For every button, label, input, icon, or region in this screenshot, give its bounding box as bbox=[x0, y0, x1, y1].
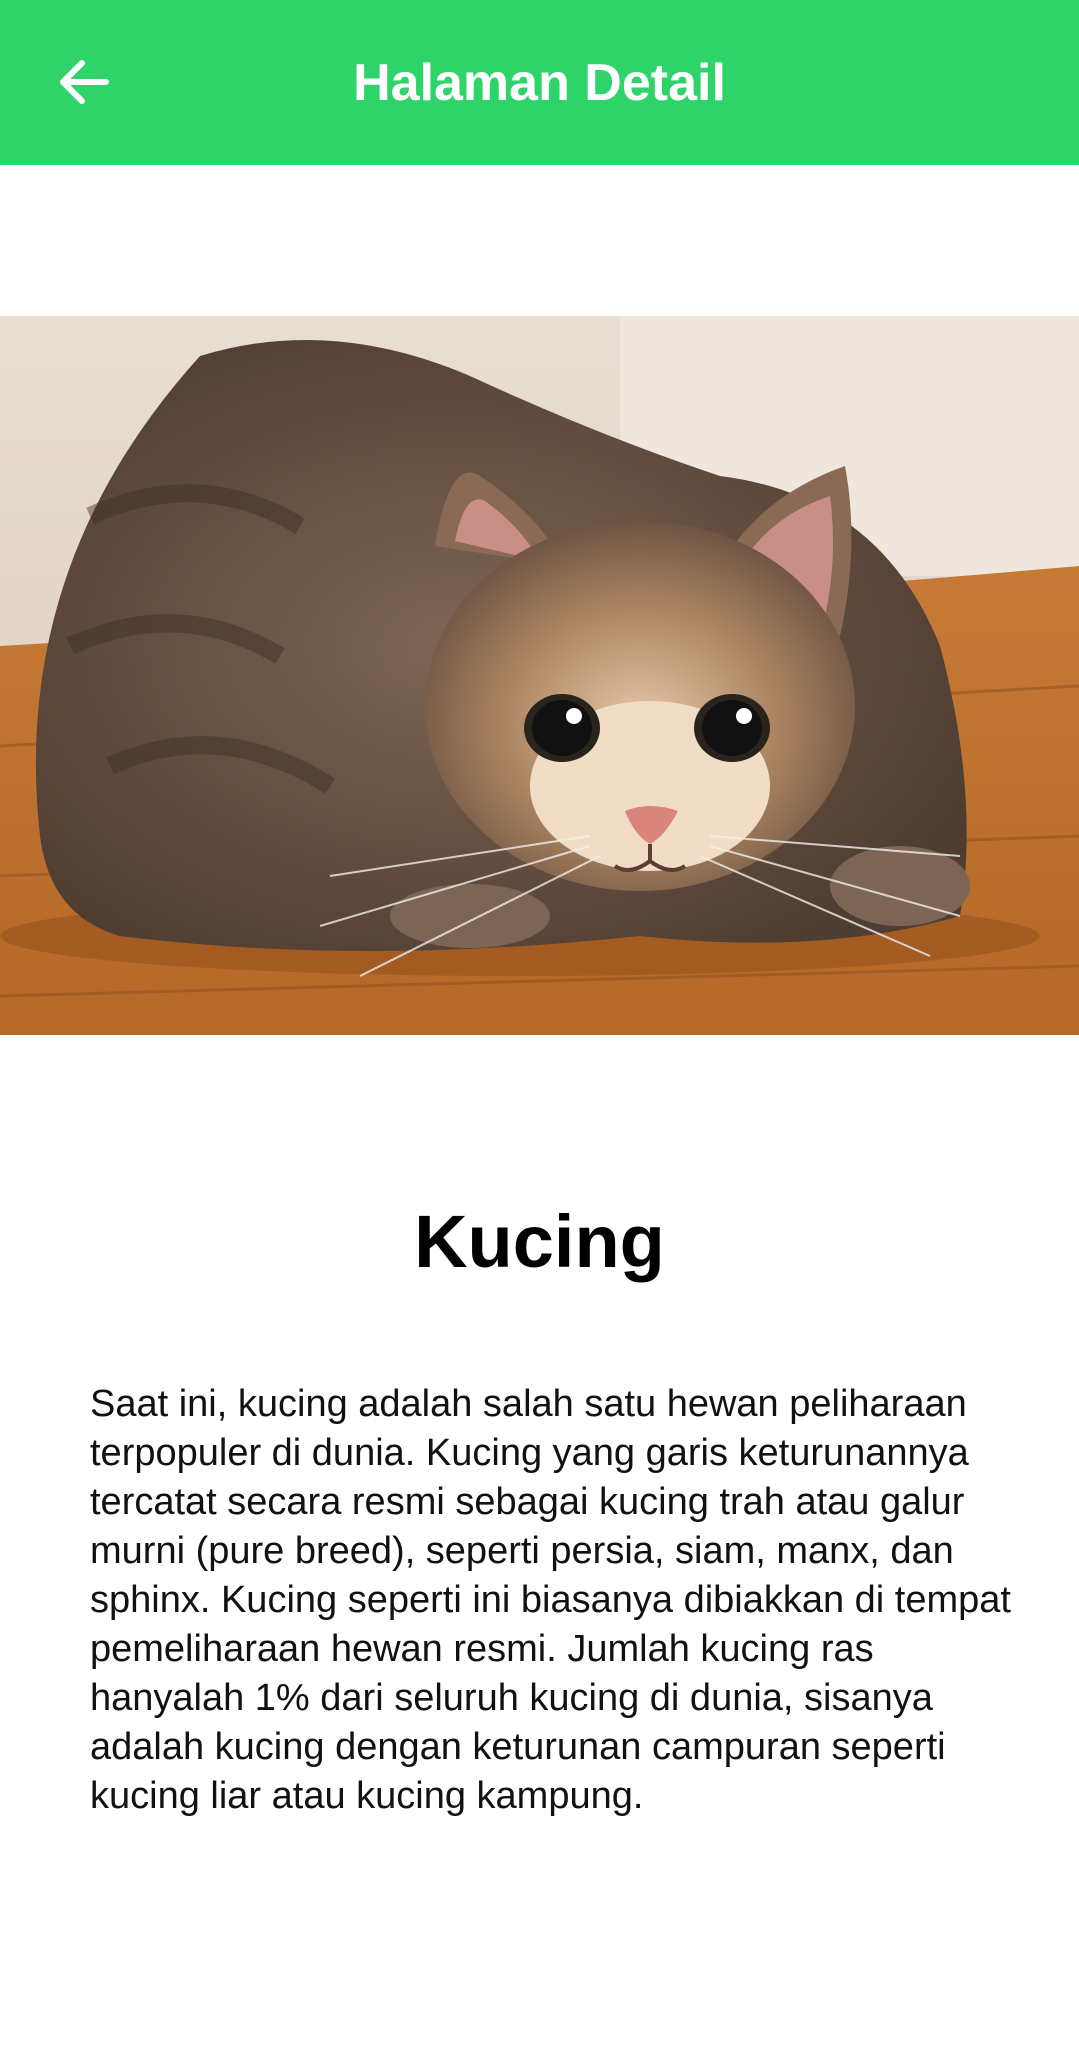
animal-name: Kucing bbox=[414, 1200, 665, 1283]
cat-photo-illustration bbox=[0, 316, 1079, 1035]
page-title: Halaman Detail bbox=[353, 54, 726, 112]
animal-description: Saat ini, kucing adalah salah satu hewan… bbox=[90, 1383, 1011, 1817]
app-bar: Halaman Detail bbox=[0, 0, 1079, 165]
cat-image bbox=[0, 316, 1079, 1035]
